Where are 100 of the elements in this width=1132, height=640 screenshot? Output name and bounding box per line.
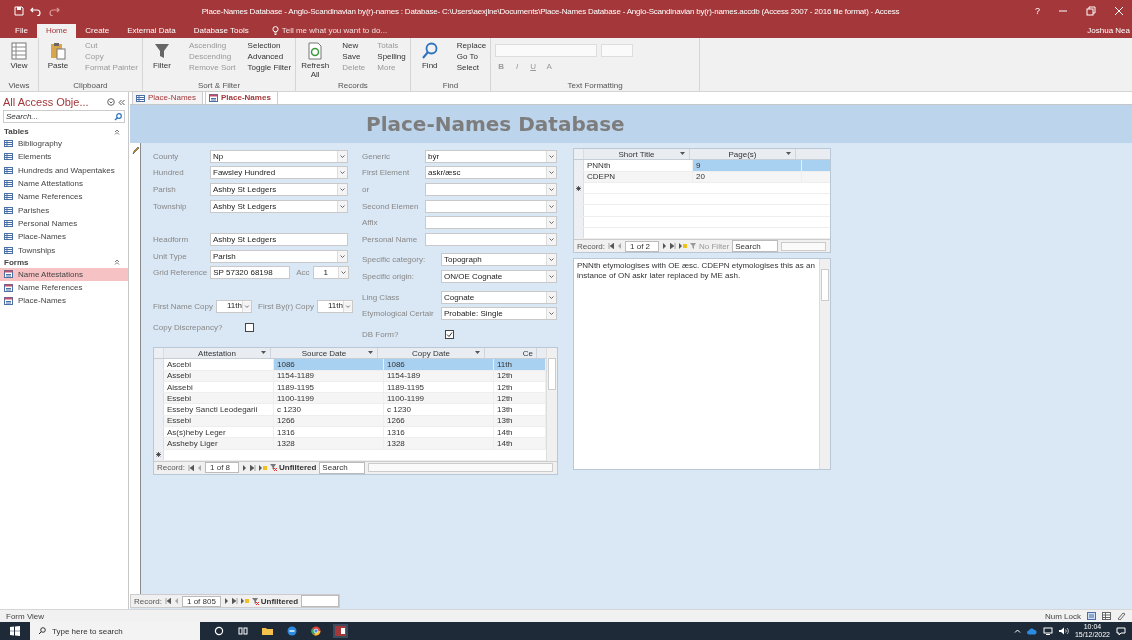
- last-record-icon[interactable]: [250, 464, 256, 471]
- first-record-icon[interactable]: [608, 243, 614, 250]
- document-tab[interactable]: Place-Names: [132, 91, 203, 104]
- notes-field[interactable]: PNNth etymologises with OE æsc. CDEPN etymologises this as an instance of ON askr later replaced by ME ash.: [573, 258, 831, 471]
- combo-box[interactable]: Fawsley Hundred: [210, 166, 348, 180]
- search-field[interactable]: [301, 595, 339, 607]
- help-command[interactable]: ?: [1035, 6, 1040, 16]
- table-row[interactable]: CDEPN 20: [574, 171, 830, 183]
- ribbon-command[interactable]: New: [334, 41, 366, 51]
- dropdown-arrow-icon[interactable]: [546, 270, 556, 282]
- user-name[interactable]: Joshua Nea: [1087, 26, 1132, 38]
- chevron-up-icon[interactable]: [1013, 628, 1021, 634]
- filter-toggle[interactable]: Unfiltered: [251, 596, 299, 606]
- table-row[interactable]: Assheby Liger 1328 1328 14th: [154, 438, 546, 450]
- ribbon-command[interactable]: Go To: [448, 52, 487, 62]
- search-field[interactable]: Search...: [3, 110, 125, 123]
- ribbon-tab[interactable]: Create: [76, 24, 119, 38]
- collapse-icon[interactable]: [118, 98, 125, 106]
- checkbox[interactable]: [245, 322, 255, 332]
- table-row[interactable]: PNNth 9: [574, 160, 830, 172]
- save-icon[interactable]: [14, 6, 24, 16]
- design-view-icon[interactable]: [1117, 612, 1126, 620]
- combo-box[interactable]: Np: [210, 149, 348, 163]
- record-number-field[interactable]: 1 of 805: [182, 595, 221, 607]
- dropdown-icon[interactable]: [107, 98, 115, 106]
- navigation-item[interactable]: Hundreds and Wapentakes: [0, 163, 128, 177]
- dropdown-arrow-icon[interactable]: [546, 184, 556, 195]
- dropdown-arrow-icon[interactable]: [337, 267, 348, 279]
- combo-box[interactable]: [425, 183, 557, 196]
- combo-box[interactable]: Topograph: [441, 253, 557, 267]
- combo-box[interactable]: Parish: [210, 249, 348, 263]
- ribbon-command[interactable]: Selection: [239, 41, 292, 51]
- column-header[interactable]: Ce: [485, 348, 537, 359]
- navigation-item[interactable]: Name References: [0, 280, 128, 295]
- record-number-field[interactable]: 1 of 8: [205, 462, 239, 474]
- navigation-item[interactable]: Name Attestations: [0, 267, 128, 281]
- navigation-item[interactable]: Townships: [0, 243, 128, 257]
- combo-box[interactable]: [425, 199, 557, 213]
- dropdown-arrow-icon[interactable]: [546, 200, 556, 212]
- database-app-icon[interactable]: [335, 626, 346, 636]
- dropdown-arrow-icon[interactable]: [343, 300, 352, 312]
- dropdown-arrow-icon[interactable]: [546, 217, 556, 229]
- ribbon-command[interactable]: Spelling: [369, 52, 406, 62]
- column-header[interactable]: Short Title: [584, 149, 690, 160]
- search-icon[interactable]: [114, 112, 122, 121]
- dropdown-arrow-icon[interactable]: [337, 200, 347, 212]
- ribbon-large-command[interactable]: Filter: [146, 40, 177, 81]
- folder-icon[interactable]: [262, 626, 273, 636]
- restore-icon[interactable]: [1086, 6, 1096, 16]
- navigation-item[interactable]: Parishes: [0, 203, 128, 217]
- browser-icon[interactable]: [311, 626, 321, 636]
- dropdown-arrow-icon[interactable]: [546, 254, 556, 266]
- next-record-icon[interactable]: [223, 598, 229, 604]
- ribbon-large-command[interactable]: View: [4, 40, 34, 81]
- next-record-icon[interactable]: [662, 243, 667, 250]
- first-record-icon[interactable]: [165, 598, 171, 604]
- combo-box[interactable]: 1: [312, 266, 349, 280]
- navigation-item[interactable]: Personal Names: [0, 216, 128, 231]
- search-field[interactable]: Type here to search: [30, 622, 200, 640]
- windows-start-icon[interactable]: [10, 626, 20, 636]
- dropdown-arrow-icon[interactable]: [337, 250, 347, 262]
- dropdown-arrow-icon[interactable]: [337, 150, 347, 162]
- speaker-icon[interactable]: [1058, 627, 1069, 635]
- combo-box[interactable]: 11th: [216, 299, 252, 313]
- search-field[interactable]: Search: [732, 240, 779, 253]
- column-header[interactable]: Source Date: [271, 348, 378, 359]
- table-row[interactable]: Essebi 1100-1199 1100-1199 12th: [154, 393, 546, 405]
- task-view-icon[interactable]: [238, 626, 248, 636]
- scrollbar[interactable]: [368, 463, 553, 473]
- last-record-icon[interactable]: [670, 243, 676, 250]
- combo-box[interactable]: askr/æsc: [425, 166, 557, 180]
- table-row[interactable]: Esseby Sancti Leodegarii c 1230 c 1230 13th: [154, 404, 546, 416]
- ribbon-tab[interactable]: External Data: [118, 24, 185, 38]
- dropdown-arrow-icon[interactable]: [242, 300, 251, 312]
- ribbon-command[interactable]: Toggle Filter: [239, 63, 292, 73]
- form-view-icon[interactable]: [1087, 612, 1096, 620]
- ribbon-command[interactable]: Advanced: [239, 52, 292, 62]
- scrollbar[interactable]: [819, 259, 830, 470]
- combo-box[interactable]: ON/OE Cognate: [441, 269, 557, 283]
- ribbon-command[interactable]: Select: [448, 63, 487, 73]
- scrollbar[interactable]: [781, 241, 826, 251]
- datasheet-view-icon[interactable]: [1102, 612, 1111, 620]
- new-record-icon[interactable]: [259, 464, 267, 471]
- dropdown-arrow-icon[interactable]: [337, 184, 347, 195]
- column-header[interactable]: Attestation: [164, 348, 271, 359]
- collapse-icon[interactable]: [114, 128, 120, 135]
- first-record-icon[interactable]: [188, 464, 194, 471]
- dropdown-arrow-icon[interactable]: [546, 308, 556, 320]
- record-number-field[interactable]: 1 of 2: [625, 240, 659, 252]
- navigation-item[interactable]: Name Attestations: [0, 176, 128, 191]
- new-record-icon[interactable]: [240, 598, 249, 604]
- filter-toggle[interactable]: Unfiltered: [270, 463, 317, 473]
- navigation-item[interactable]: Place-Names: [0, 294, 128, 308]
- navigation-item[interactable]: Bibliography: [0, 137, 128, 151]
- column-header[interactable]: Copy Date: [378, 348, 485, 359]
- combo-box[interactable]: Ashby St Ledgers: [210, 199, 348, 213]
- dropdown-arrow-icon[interactable]: [546, 233, 556, 245]
- combo-box[interactable]: [425, 232, 557, 246]
- circle-icon[interactable]: [214, 626, 224, 636]
- navigation-item[interactable]: Place-Names: [0, 230, 128, 244]
